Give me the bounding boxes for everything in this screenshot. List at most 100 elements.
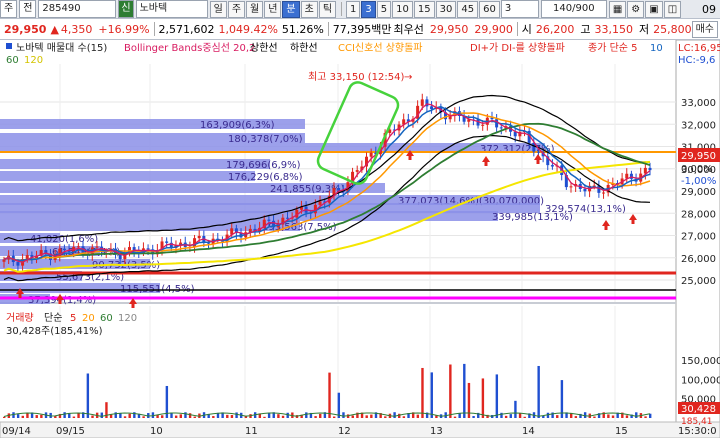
volume-bar <box>449 364 452 418</box>
volume-bar <box>161 415 164 418</box>
price-tick-label: 29,000 <box>681 187 716 198</box>
low-label: 저 <box>638 23 650 36</box>
period-button[interactable]: 주 <box>227 0 246 18</box>
change-percent: +16.99% <box>98 22 150 36</box>
volume-profile-label: 339,985(13,1%) <box>492 212 573 223</box>
legend-bollinger: Bollinger Bands중심선 20,2 <box>124 42 255 54</box>
turnover-ratio: 51.26% <box>281 22 324 36</box>
ask-price: 29,950 <box>429 22 469 36</box>
volume-bar <box>342 412 345 418</box>
candle-body <box>369 152 373 157</box>
volume-ma60: 60 <box>100 313 113 324</box>
scroll-icon[interactable]: ◫ <box>663 0 682 18</box>
price-axis-ticks: 33,00032,00031,00030,00029,00028,00027,0… <box>681 98 716 287</box>
current-price-tag-text: 29,950 <box>681 151 716 162</box>
volume-bar <box>416 414 420 418</box>
price-tick-label: 28,000 <box>681 209 716 220</box>
zoom-counter[interactable]: 140/900 <box>540 0 607 18</box>
divider <box>327 22 329 36</box>
volume-bar <box>142 416 145 418</box>
grid-icon[interactable]: ▣ <box>645 0 663 18</box>
volume-bar <box>235 412 238 418</box>
candle-body <box>499 127 503 129</box>
legend-stock: 노바텍 매물대 수(15) <box>16 42 107 54</box>
bid-price: 29,900 <box>474 22 513 36</box>
stock-code-input[interactable]: 285490 <box>38 0 117 18</box>
chart-tool-icon[interactable]: ▦ <box>608 0 627 18</box>
volume-bar <box>644 416 647 418</box>
candle-body <box>420 99 424 106</box>
buy-button[interactable]: 매수 <box>691 20 718 38</box>
chart-area[interactable]: 163,909(6,3%) 180,378(7,0%) 372,312(2,7%) 1… <box>0 40 720 438</box>
volume-bar <box>319 413 322 418</box>
tab-week[interactable]: 주 <box>0 0 18 18</box>
candle-body <box>481 124 485 126</box>
interval-select[interactable]: 3 <box>500 0 539 18</box>
divider <box>516 22 518 36</box>
volume-bar <box>281 415 285 418</box>
volume-bar <box>337 392 341 418</box>
volume-bar <box>393 412 396 418</box>
period-button[interactable]: 분 <box>282 0 300 18</box>
volume-profile-label: 179,696(6,9%) <box>226 160 301 171</box>
interval-button[interactable]: 30 <box>435 0 457 18</box>
interval-button[interactable]: 3 <box>361 0 376 18</box>
period-button[interactable]: 일 <box>209 0 227 18</box>
high-annotation: 최고 33,150 (12:54) <box>308 71 404 83</box>
period-button[interactable]: 초 <box>300 0 318 18</box>
volume-tick-label: 100,000 <box>681 375 720 386</box>
volume-bar <box>35 415 38 418</box>
volume-bar <box>351 415 354 418</box>
current-pct-text: 0,00% <box>681 164 713 175</box>
interval-button[interactable]: 60 <box>479 0 500 18</box>
volume-profile-label: 163,909(6,3%) <box>200 120 275 131</box>
quote-bar: 29,950 ▲ 4,350 +16.99% 2,571,602 1,049.4… <box>0 19 720 40</box>
legend-cci: CCI신호선 상향돌파 <box>338 42 423 54</box>
candle-body <box>583 188 587 192</box>
volume-bar <box>21 415 24 418</box>
candle-body <box>197 235 201 239</box>
time-tick-label: 09/15 <box>56 426 85 437</box>
high-arrow-icon: → <box>404 72 412 83</box>
low-price: 25,800 <box>653 22 692 36</box>
volume-bar <box>314 416 317 418</box>
candle-body <box>16 262 20 266</box>
candle-body <box>165 241 169 243</box>
period-button[interactable]: 년 <box>264 0 282 18</box>
interval-button[interactable]: 15 <box>413 0 435 18</box>
candle-body <box>318 201 322 205</box>
divider <box>153 22 155 36</box>
candle-body <box>430 106 434 110</box>
volume-bar <box>430 372 433 418</box>
field-label[interactable]: 전 <box>19 0 37 18</box>
volume-bar <box>463 363 466 418</box>
candle-body <box>285 217 289 219</box>
volume-bar <box>500 412 503 418</box>
new-stock-badge: 신 <box>118 0 134 18</box>
time-axis-right-label: 15:30:0 <box>678 426 717 437</box>
interval-button[interactable]: 45 <box>457 0 479 18</box>
interval-button[interactable]: 10 <box>392 0 413 18</box>
legend-dmi: DI+가 DI-를 상향돌파 <box>470 42 565 54</box>
volume-ma120: 120 <box>118 313 137 324</box>
period-button[interactable]: 월 <box>246 0 264 18</box>
interval-button[interactable]: 1 <box>346 0 361 18</box>
volume-bar <box>402 416 406 418</box>
period-button[interactable]: 틱 <box>318 0 337 18</box>
volume-bar <box>472 416 475 418</box>
interval-button[interactable]: 5 <box>376 0 392 18</box>
settings-icon[interactable]: ⚙ <box>627 0 645 18</box>
volume-bar <box>435 415 438 418</box>
time-label: 09 <box>702 2 716 16</box>
volume-percent: 1,049.42% <box>218 22 278 36</box>
volume-bar <box>267 413 271 418</box>
price-tick-label: 32,000 <box>681 120 716 131</box>
volume-bar <box>212 416 215 418</box>
candle-body <box>25 255 29 260</box>
volume-ma-label: 단순 <box>44 312 62 324</box>
legend-hc: HC:-9,6 <box>678 55 715 66</box>
volume-bar <box>26 412 29 418</box>
volume-title: 거래량 <box>6 312 34 324</box>
volume-bar <box>128 413 131 418</box>
time-tick-label: 09/14 <box>2 426 31 437</box>
